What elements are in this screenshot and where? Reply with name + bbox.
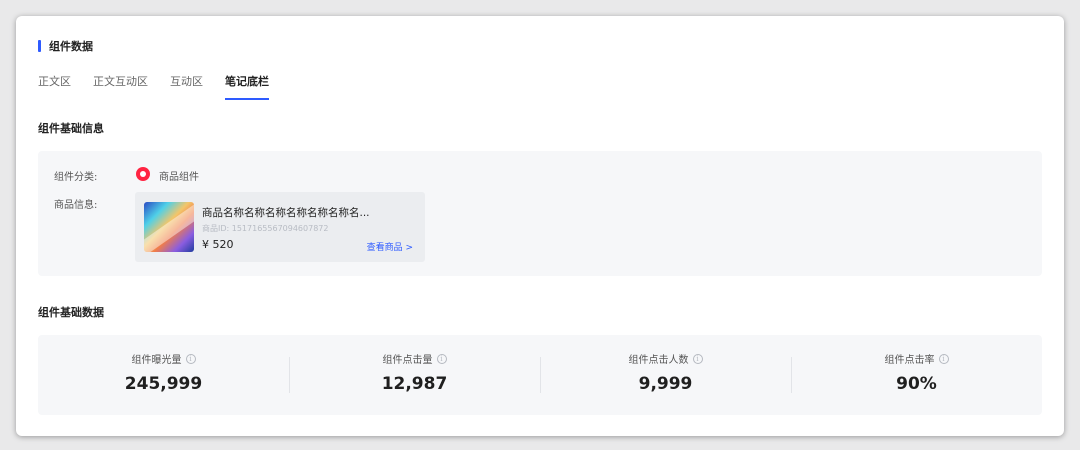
info-icon[interactable]: i <box>692 353 703 364</box>
stat-label: 组件点击率 <box>884 355 935 366</box>
tab-note-bottom-bar[interactable]: 笔记底栏 <box>225 74 269 100</box>
product-card: 商品名称名称名称名称名称名称名... 商品ID: 151716556709460… <box>135 192 425 262</box>
stat-click-users: 组件点击人数 i 9,999 <box>540 335 791 415</box>
stat-click-rate: 组件点击率 i 90% <box>791 335 1042 415</box>
info-icon[interactable]: i <box>938 353 949 364</box>
component-data-card: 组件数据 正文区 正文互动区 互动区 笔记底栏 组件基础信息 组件分类: 商品组… <box>16 16 1064 436</box>
info-icon[interactable]: i <box>436 353 447 364</box>
tab-bar: 正文区 正文互动区 互动区 笔记底栏 <box>38 74 291 100</box>
card-header: 组件数据 <box>38 38 93 54</box>
tab-body-interaction[interactable]: 正文互动区 <box>93 74 148 100</box>
stat-clicks: 组件点击量 i 12,987 <box>289 335 540 415</box>
product-info-label: 商品信息: <box>54 200 98 211</box>
stat-label: 组件点击量 <box>382 355 433 366</box>
basic-info-title: 组件基础信息 <box>38 122 104 135</box>
category-value: 商品组件 <box>159 172 199 183</box>
product-id: 商品ID: 1517165567094607872 <box>202 224 329 233</box>
stat-value: 90% <box>896 374 937 394</box>
product-name: 商品名称名称名称名称名称名称名... <box>202 207 370 219</box>
basic-info-panel: 组件分类: 商品组件 商品信息: 商品名称名称名称名称名称名称名... 商品ID… <box>38 151 1042 276</box>
stat-label: 组件点击人数 <box>628 355 689 366</box>
product-thumbnail <box>144 202 194 252</box>
basic-data-title: 组件基础数据 <box>38 306 104 319</box>
accent-bar <box>38 40 41 52</box>
stat-exposure: 组件曝光量 i 245,999 <box>38 335 289 415</box>
stat-value: 245,999 <box>124 374 203 394</box>
stat-label: 组件曝光量 <box>131 355 182 366</box>
stat-value: 9,999 <box>638 374 693 394</box>
view-product-link[interactable]: 查看商品 > <box>367 240 413 253</box>
stats-panel: 组件曝光量 i 245,999 组件点击量 i 12,987 组件点击人数 i … <box>38 335 1042 415</box>
card-title: 组件数据 <box>49 40 93 53</box>
info-icon[interactable]: i <box>185 353 196 364</box>
tab-body[interactable]: 正文区 <box>38 74 71 100</box>
tab-interaction[interactable]: 互动区 <box>170 74 203 100</box>
product-component-icon <box>136 167 150 181</box>
category-label: 组件分类: <box>54 172 98 183</box>
product-price: ¥ 520 <box>202 238 234 251</box>
stat-value: 12,987 <box>381 374 448 394</box>
